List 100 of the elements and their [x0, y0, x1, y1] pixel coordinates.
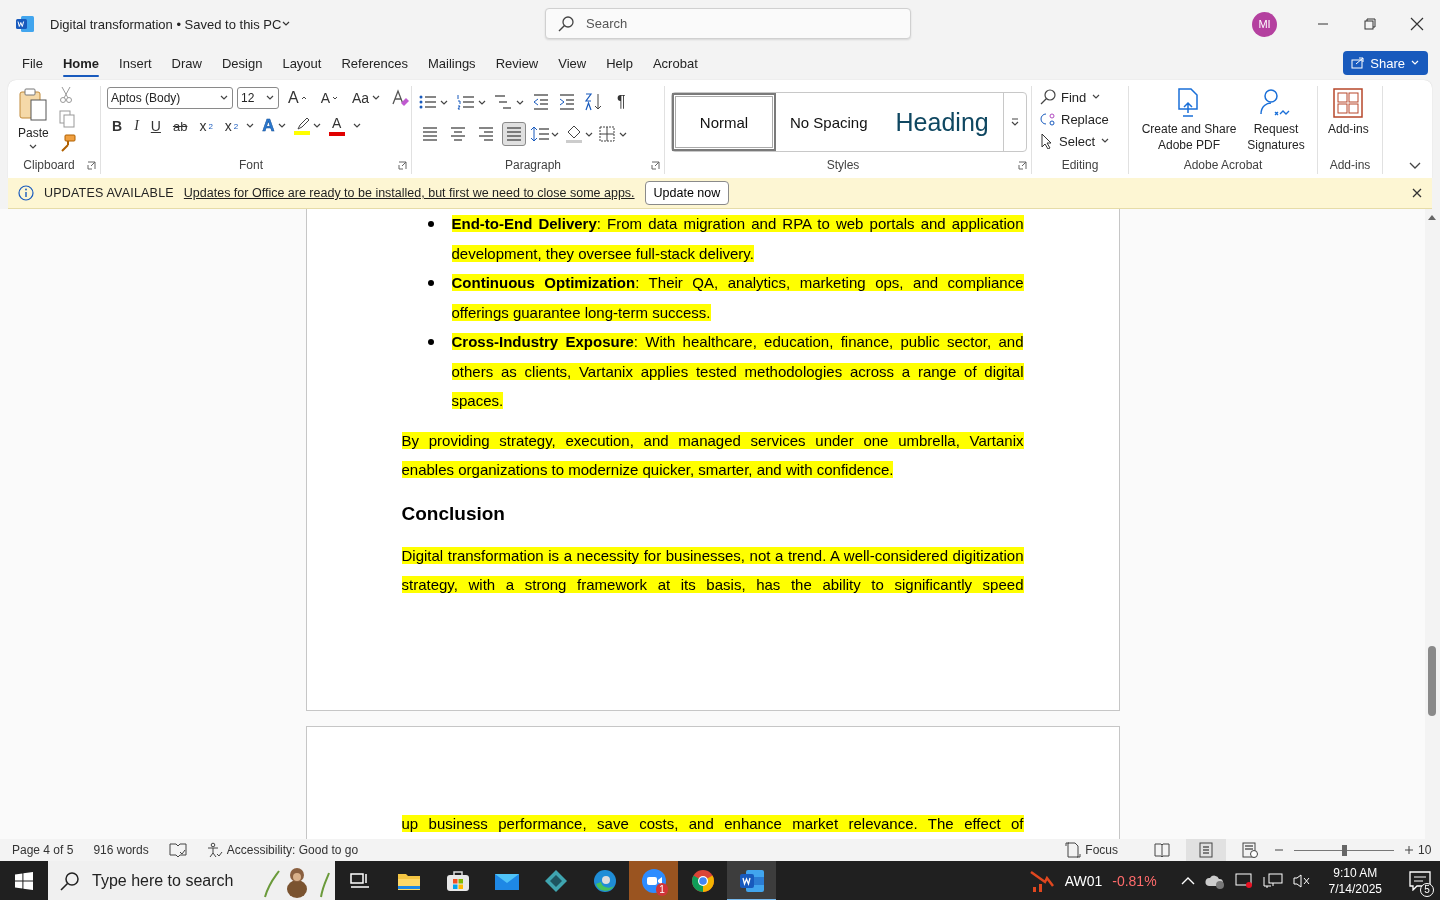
clock-date[interactable]: 7/14/2025 [1328, 881, 1382, 897]
show-formatting-button[interactable]: ¶ [612, 90, 631, 114]
monitor-alert-icon[interactable] [1234, 873, 1253, 889]
collapse-ribbon-icon[interactable] [1408, 160, 1422, 170]
search-icon[interactable] [558, 16, 574, 32]
zoom-level[interactable]: 10 [1418, 843, 1440, 857]
dialog-launcher-icon[interactable] [398, 161, 407, 170]
notification-icon[interactable] [1409, 871, 1431, 891]
focus-button[interactable]: Focus [1059, 841, 1124, 859]
restore-icon[interactable] [1363, 18, 1376, 30]
bullets-icon[interactable] [418, 93, 448, 111]
increase-indent-icon[interactable] [558, 93, 576, 111]
borders-icon[interactable] [598, 125, 628, 143]
ribbon-tab[interactable]: Mailings [417, 51, 486, 75]
style-option[interactable]: No Spacing [776, 93, 882, 151]
update-link[interactable]: Updates for Office are ready to be installed, but first we need to close some apps. [183, 186, 635, 200]
align-button[interactable] [502, 122, 526, 146]
paste-button[interactable]: Paste [14, 86, 53, 152]
chevron-down-icon[interactable] [351, 123, 362, 129]
ribbon-tab[interactable]: Draw [161, 51, 212, 75]
dialog-launcher-icon[interactable] [651, 161, 660, 170]
chevron-down-icon [371, 95, 382, 101]
diamond-icon[interactable] [543, 869, 568, 893]
font-name-field[interactable]: Aptos (Body) [107, 87, 233, 109]
multilevel-list-icon[interactable] [494, 93, 524, 111]
scrollbar-thumb[interactable] [1428, 646, 1436, 716]
font-color-button[interactable]: A [323, 114, 350, 138]
browser-icon[interactable] [690, 869, 715, 893]
ribbon-tab[interactable]: Review [485, 51, 549, 75]
folder-icon[interactable] [396, 871, 421, 891]
format-button[interactable]: ab [167, 114, 193, 138]
align-center-icon [449, 125, 467, 143]
clock-time[interactable]: 9:10 AM [1333, 865, 1378, 881]
mail-icon[interactable] [493, 871, 520, 891]
cloud-icon[interactable] [1204, 873, 1225, 889]
paint-bucket-icon[interactable] [564, 124, 594, 144]
ribbon-tab[interactable]: Design [211, 51, 273, 75]
format-button[interactable]: U [145, 114, 166, 138]
sort-icon[interactable] [584, 92, 604, 112]
ribbon-tab[interactable]: View [548, 51, 597, 75]
create-pdf-button[interactable]: Create and Share Adobe PDF [1135, 86, 1243, 155]
browser-icon[interactable] [592, 869, 617, 893]
line-spacing-icon[interactable] [530, 125, 560, 143]
shrink-font-button[interactable]: A [315, 86, 343, 110]
ribbon-tab[interactable]: Acrobat [642, 51, 708, 75]
text-effects-button[interactable]: A [257, 114, 292, 138]
stock-ticker[interactable]: AW01 [1064, 873, 1103, 889]
share-button[interactable]: Share [1343, 51, 1428, 75]
proofing-book-icon[interactable] [168, 842, 187, 858]
font-size-field[interactable]: 12 [237, 87, 279, 109]
accessibility-status[interactable]: Accessibility: Good to go [226, 843, 359, 857]
zoom-in-icon[interactable] [1404, 845, 1414, 855]
network-icon[interactable] [1262, 873, 1283, 889]
ribbon-tab[interactable]: Insert [109, 51, 162, 75]
chevron-down-icon[interactable] [311, 123, 322, 129]
stock-change[interactable]: -0.81% [1112, 873, 1157, 889]
style-option[interactable]: Normal [672, 93, 776, 151]
format-button[interactable]: B [107, 114, 128, 138]
task-view-icon[interactable] [349, 872, 370, 890]
speaker-muted-icon[interactable] [1292, 873, 1311, 889]
find-button[interactable]: Find [1038, 86, 1104, 108]
ribbon-tab[interactable]: References [331, 51, 418, 75]
numbering-icon[interactable] [456, 93, 486, 111]
change-case-button[interactable]: Aa [347, 86, 387, 110]
taskbar-app[interactable]: 1 [629, 861, 678, 900]
windows-start-icon[interactable] [15, 872, 33, 890]
update-now-button[interactable]: Update now [644, 181, 730, 205]
ribbon-tab[interactable]: Home [52, 51, 110, 75]
page-count[interactable]: Page 4 of 5 [12, 843, 74, 857]
gallery-more-icon[interactable] [1009, 117, 1020, 127]
format-button[interactable]: I [129, 114, 144, 138]
grow-font-button[interactable]: A [283, 86, 312, 110]
eraser-icon[interactable] [390, 88, 411, 108]
ribbon-tab[interactable]: File [12, 51, 53, 75]
bullet-text: Continuous Optimization: Their QA, analytics, marketing ops, and compliance offerings guarantee long-term success. [451, 273, 1024, 323]
close-icon[interactable] [1412, 188, 1422, 198]
view-mode-button[interactable] [1186, 839, 1226, 861]
user-avatar[interactable]: MI [1252, 11, 1277, 37]
ribbon-tab[interactable]: Layout [272, 51, 332, 75]
stock-down-icon[interactable] [1028, 869, 1055, 893]
ribbon-tab[interactable]: Help [596, 51, 643, 75]
style-option[interactable]: Heading [881, 93, 1003, 151]
share-icon [1351, 57, 1366, 69]
chevron-up-icon[interactable] [1180, 876, 1195, 886]
store-icon[interactable] [445, 870, 470, 892]
dialog-launcher-icon[interactable] [1018, 161, 1027, 170]
replace-button[interactable]: Replace [1038, 108, 1111, 130]
word-count[interactable]: 916 words [93, 843, 149, 857]
decrease-indent-icon[interactable] [532, 93, 550, 111]
taskbar-search-field[interactable]: Type here to search [48, 861, 335, 900]
dialog-launcher-icon[interactable] [87, 161, 96, 170]
document-app-icon[interactable] [738, 869, 765, 893]
format-button[interactable]: x$^{2}$ [219, 114, 244, 138]
search-field[interactable]: Search [545, 8, 911, 39]
scroll-up-icon[interactable] [1427, 213, 1437, 221]
request-signatures-button[interactable]: Request Signatures [1245, 86, 1307, 155]
chevron-down-icon[interactable] [245, 123, 256, 129]
add-ins-button[interactable]: Add-ins [1324, 86, 1373, 139]
select-button[interactable]: Select [1038, 130, 1113, 152]
close-icon[interactable] [1409, 17, 1424, 31]
